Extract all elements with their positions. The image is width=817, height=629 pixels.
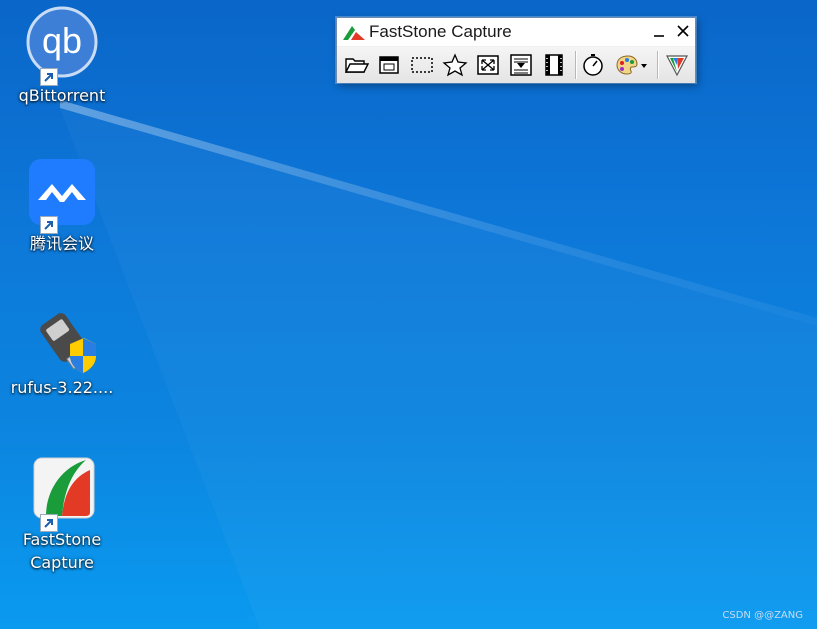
output-palette-icon[interactable] xyxy=(613,53,649,77)
shortcut-arrow-icon xyxy=(40,514,58,532)
rufus-usb-icon xyxy=(40,313,96,373)
faststone-capture-icon xyxy=(33,457,95,519)
delay-timer-icon[interactable] xyxy=(580,53,606,77)
shortcut-arrow-icon xyxy=(40,68,58,86)
desktop-icon-label: qBittorrent xyxy=(18,86,106,105)
shortcut-arrow-icon xyxy=(40,216,58,234)
settings-menu-icon[interactable] xyxy=(664,53,690,77)
desktop-light-beam xyxy=(60,100,817,326)
toolbar-separator xyxy=(657,51,658,79)
desktop-icon-label: 腾讯会议 xyxy=(29,234,94,253)
close-icon[interactable] xyxy=(673,21,693,41)
faststone-logo-icon xyxy=(343,26,365,40)
desktop-icon-label: FastStone Capture xyxy=(22,530,102,572)
capture-full-screen-icon[interactable] xyxy=(475,53,501,77)
capture-scrolling-window-icon[interactable] xyxy=(508,53,534,77)
faststone-capture-toolbar-window[interactable]: FastStone Capture xyxy=(336,17,696,83)
capture-freehand-region-icon[interactable] xyxy=(442,53,468,77)
faststone-toolbar xyxy=(337,47,695,83)
open-file-icon[interactable] xyxy=(343,53,369,77)
qbittorrent-icon: qb xyxy=(26,6,98,78)
desktop-icon-faststone-capture[interactable]: FastStone Capture xyxy=(10,452,114,574)
minimize-icon[interactable] xyxy=(649,21,669,41)
faststone-window-title: FastStone Capture xyxy=(369,22,512,41)
faststone-title-bar[interactable]: FastStone Capture xyxy=(337,18,695,46)
toolbar-separator xyxy=(575,51,576,79)
watermark-text: CSDN @@ZANG xyxy=(722,610,803,621)
desktop-icon-label: rufus-3.22.... xyxy=(10,378,114,397)
tencent-meeting-icon xyxy=(29,159,95,225)
svg-text:qb: qb xyxy=(42,20,82,61)
capture-rectangular-region-icon[interactable] xyxy=(409,53,435,77)
desktop-icon-rufus[interactable]: rufus-3.22.... xyxy=(10,302,114,399)
desktop-icon-tencent-meeting[interactable]: 腾讯会议 xyxy=(10,156,114,255)
capture-active-window-icon[interactable] xyxy=(376,53,402,77)
desktop-icon-qbittorrent[interactable]: qb qBittorrent xyxy=(10,6,114,107)
screen-recorder-icon[interactable] xyxy=(541,53,567,77)
